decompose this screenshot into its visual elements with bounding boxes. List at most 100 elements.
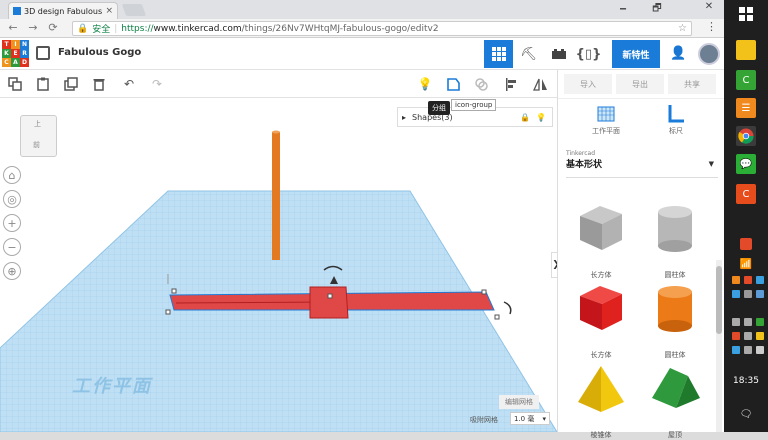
tray-icon[interactable] — [732, 276, 740, 284]
tinkercad-logo[interactable]: TIN KER CAD — [2, 40, 29, 67]
copy-icon[interactable] — [6, 75, 24, 93]
blocks-button[interactable]: ⛏ — [514, 40, 543, 68]
resize-handle[interactable] — [327, 293, 333, 299]
chrome-icon[interactable] — [736, 126, 756, 146]
tray-icon[interactable] — [732, 346, 740, 354]
undo-icon[interactable]: ↶ — [120, 75, 138, 93]
resize-handle[interactable] — [494, 314, 500, 320]
tools-section: 工作平面 标尺 — [558, 98, 725, 142]
lightbulb-icon[interactable]: 💡 — [416, 75, 434, 93]
lock-icon[interactable]: 🔒 — [520, 113, 530, 122]
forward-icon[interactable]: → — [26, 21, 40, 34]
wifi-icon[interactable]: 📶 — [740, 258, 752, 270]
new-features-button[interactable]: 新特性 — [612, 40, 660, 68]
code-blocks-button[interactable]: {▯} — [574, 40, 603, 68]
tray-icon[interactable] — [756, 290, 764, 298]
resize-handle[interactable] — [481, 289, 487, 295]
ungroup-icon[interactable] — [472, 75, 490, 93]
snap-grid-value: 1.0 毫 — [514, 414, 535, 423]
orange-cylinder-shape[interactable] — [272, 132, 280, 260]
avatar[interactable] — [698, 43, 720, 65]
mirror-icon[interactable] — [531, 75, 549, 93]
shape-tile-roof[interactable]: 屋顶 — [640, 358, 710, 440]
edit-grid-button[interactable]: 编辑网格 — [499, 395, 539, 409]
minimize-icon[interactable]: 🗕 — [612, 1, 634, 18]
windows-start-icon[interactable] — [736, 4, 756, 24]
shape-tile-box[interactable]: 长方体 — [566, 278, 636, 360]
bricks-button[interactable] — [544, 40, 573, 68]
right-panel: 导入 导出 共享 工作平面 标尺 Tinkercad 基本形状 ▼ 长方体 圆柱… — [557, 70, 725, 439]
tray-icon[interactable] — [744, 290, 752, 298]
file-explorer-icon[interactable] — [736, 40, 756, 60]
shape-tile-cylinder-hole[interactable]: 圆柱体 — [640, 198, 710, 280]
wechat-icon[interactable]: 💬 — [736, 154, 756, 174]
zoom-in-icon[interactable]: + — [3, 214, 21, 232]
shape-library-dropdown[interactable]: Tinkercad 基本形状 ▼ — [566, 150, 718, 178]
windows-taskbar: C ☰ 💬 C 📶 18:35 🗨 — [724, 0, 768, 432]
tray-icon[interactable] — [756, 346, 764, 354]
camtasia-icon[interactable]: C — [736, 70, 756, 90]
tray-icon[interactable] — [744, 276, 752, 284]
resize-handle[interactable] — [171, 288, 177, 294]
tab-close-icon[interactable]: × — [105, 6, 113, 16]
add-user-icon[interactable]: 👤 — [670, 46, 686, 61]
align-icon[interactable] — [503, 75, 521, 93]
scrollbar-thumb[interactable] — [716, 266, 722, 334]
tray-icon[interactable] — [732, 332, 740, 340]
paste-icon[interactable] — [34, 75, 52, 93]
group-tooltip: 分组 — [428, 101, 450, 115]
shape-grid: 长方体 圆柱体 长方体 圆柱体 棱锥体 屋顶 — [558, 194, 718, 439]
reload-icon[interactable]: ⟳ — [46, 21, 60, 34]
tray-icon[interactable] — [744, 332, 752, 340]
tray-icon[interactable] — [744, 318, 752, 326]
design-list-icon[interactable] — [36, 46, 50, 60]
3d-view-button[interactable] — [484, 40, 513, 68]
perspective-icon[interactable]: ⊕ — [3, 262, 21, 280]
tray-icon[interactable] — [744, 346, 752, 354]
notification-icon[interactable]: 🗨 — [736, 404, 756, 424]
import-button[interactable]: 导入 — [564, 74, 612, 94]
tray-icon[interactable] — [756, 318, 764, 326]
tray-icon[interactable] — [732, 290, 740, 298]
duplicate-icon[interactable] — [62, 75, 80, 93]
ruler-tool[interactable]: 标尺 — [646, 103, 706, 136]
workplane-watermark: 工作平面 — [72, 376, 152, 397]
app-c-icon[interactable]: C — [736, 184, 756, 204]
back-icon[interactable]: ← — [6, 21, 20, 34]
design-title[interactable]: Fabulous Gogo — [58, 47, 141, 58]
export-button[interactable]: 导出 — [616, 74, 664, 94]
snap-grid-select[interactable]: 1.0 毫 ▾ — [510, 412, 550, 425]
restore-icon[interactable]: 🗗 — [646, 1, 668, 18]
url-input[interactable]: 🔒 安全 | https://www.tinkercad.com/things/… — [72, 21, 692, 36]
browser-menu-icon[interactable]: ⋮ — [706, 20, 717, 33]
light-icon[interactable]: 💡 — [536, 113, 546, 122]
tray-icon[interactable] — [756, 276, 764, 284]
shape-tile-pyramid[interactable]: 棱锥体 — [566, 358, 636, 440]
chevron-right-icon[interactable]: ▸ — [402, 113, 406, 122]
shape-tile-box-hole[interactable]: 长方体 — [566, 198, 636, 280]
title-bar: 3D design Fabulous Go × 🗕 🗗 ✕ — [0, 0, 724, 19]
zoom-out-icon[interactable]: − — [3, 238, 21, 256]
share-button[interactable]: 共享 — [668, 74, 716, 94]
workplane-viewport[interactable]: ▸ Shapes(3) 🔒 💡 工作平面 编辑网格 吸附网格 1.0 毫 ▾ — [0, 98, 557, 432]
close-window-icon[interactable]: ✕ — [698, 1, 720, 12]
trash-icon[interactable] — [90, 75, 108, 93]
workplane-tool[interactable]: 工作平面 — [576, 103, 636, 136]
taskbar-clock[interactable]: 18:35 — [724, 376, 768, 386]
new-tab-button[interactable] — [121, 4, 147, 16]
redo-icon[interactable]: ↷ — [148, 75, 166, 93]
shape-list-scrollbar[interactable] — [716, 260, 722, 432]
fit-view-icon[interactable]: ◎ — [3, 190, 21, 208]
rotate-arrow-icon[interactable] — [503, 301, 512, 315]
home-view-icon[interactable]: ⌂ — [3, 166, 21, 184]
bookmark-star-icon[interactable]: ☆ — [678, 23, 687, 34]
tray-icon[interactable] — [756, 332, 764, 340]
group-icon[interactable] — [444, 75, 462, 93]
shape-tile-cylinder[interactable]: 圆柱体 — [640, 278, 710, 360]
volume-icon[interactable] — [732, 318, 740, 326]
browser-tab[interactable]: 3D design Fabulous Go × — [8, 2, 118, 19]
tray-app-icon[interactable] — [740, 238, 752, 250]
chat-app-icon[interactable]: ☰ — [736, 98, 756, 118]
resize-handle[interactable] — [165, 309, 171, 315]
red-box-shape[interactable] — [309, 286, 349, 319]
